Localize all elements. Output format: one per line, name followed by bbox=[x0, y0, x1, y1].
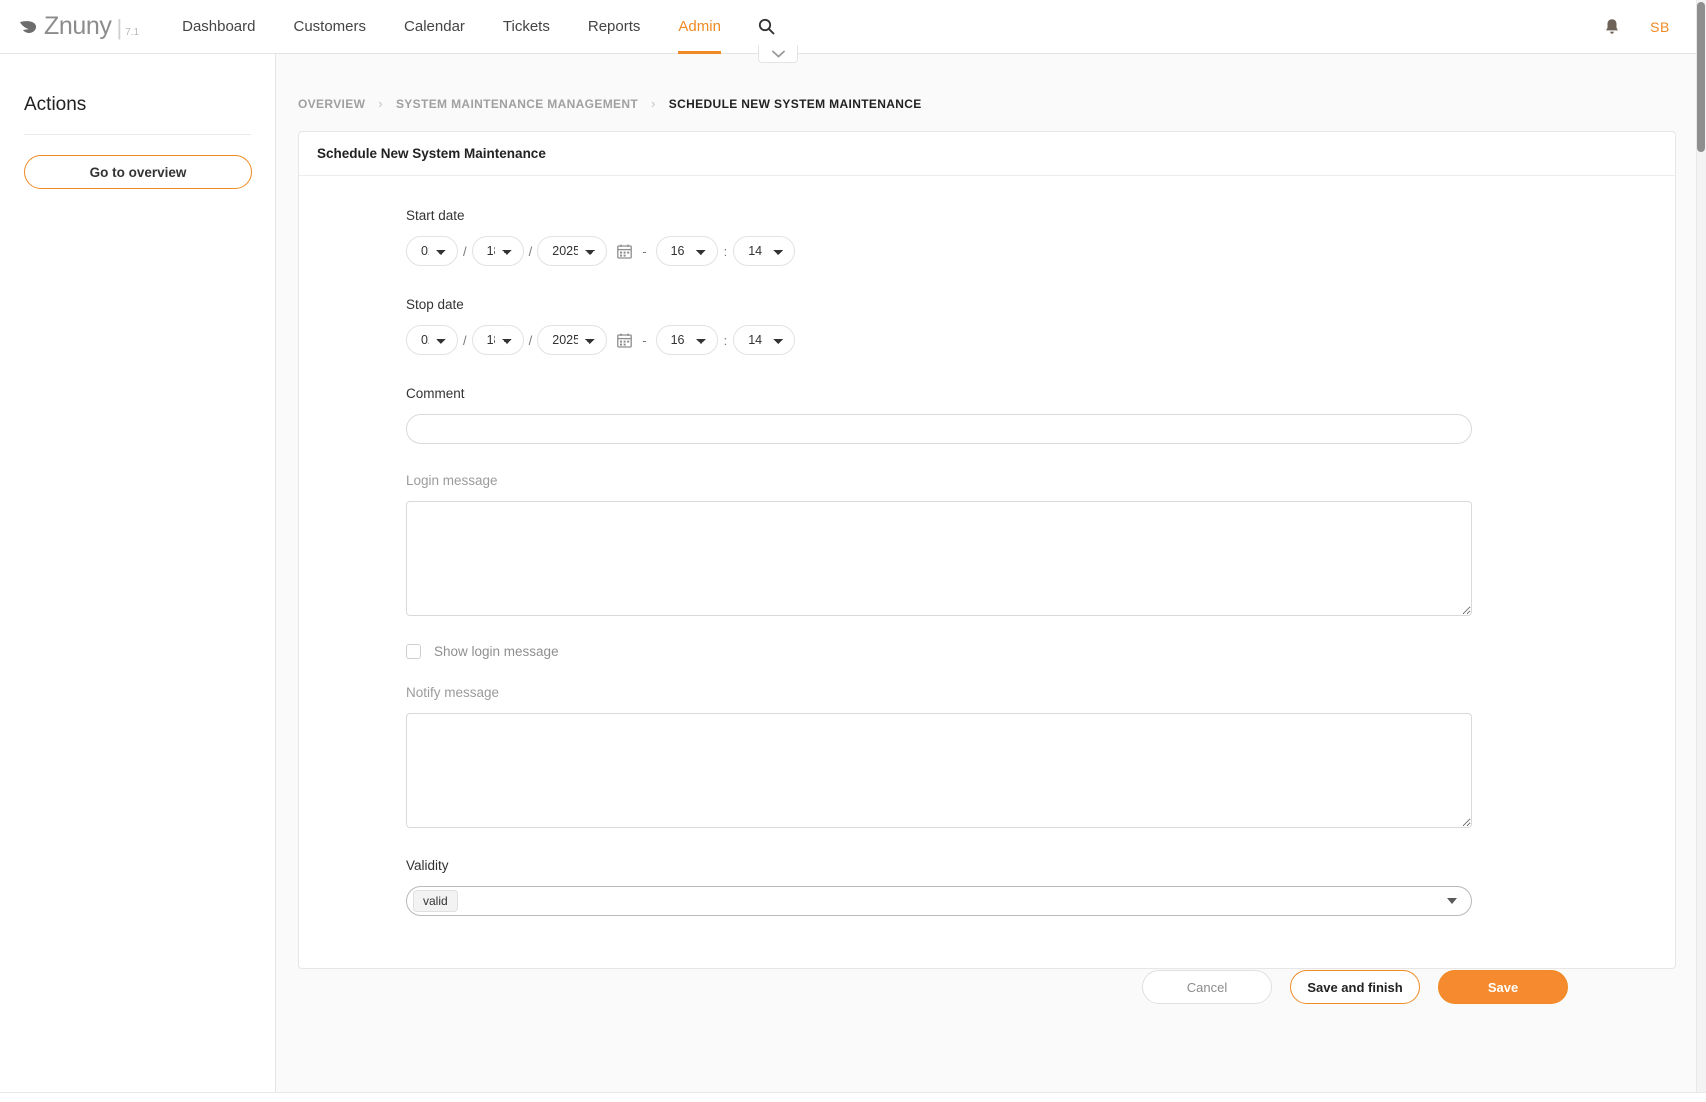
breadcrumb: Overview › System Maintenance Management… bbox=[276, 54, 1698, 111]
breadcrumb-item-overview[interactable]: Overview bbox=[298, 97, 365, 111]
start-date-sep-2: / bbox=[529, 244, 533, 259]
validity-selected-value: valid bbox=[413, 890, 458, 912]
stop-date-controls: 02 / 18 / 2025 bbox=[406, 325, 1675, 355]
calendar-icon[interactable] bbox=[617, 333, 632, 348]
nav-item-dashboard[interactable]: Dashboard bbox=[163, 0, 274, 54]
card-header-title: Schedule New System Maintenance bbox=[299, 132, 1675, 176]
schedule-maintenance-card: Schedule New System Maintenance Start da… bbox=[298, 131, 1676, 969]
stop-date-minute-select[interactable]: 14 bbox=[733, 325, 795, 355]
start-date-field: Start date 02 / 18 / 2025 bbox=[299, 208, 1675, 266]
znuny-logo[interactable]: Znuny | 7.1 bbox=[18, 0, 139, 54]
stop-date-label: Stop date bbox=[406, 297, 1675, 312]
chevron-down-icon bbox=[1447, 898, 1457, 904]
start-date-year-select[interactable]: 2025 bbox=[537, 236, 607, 266]
sidebar-divider bbox=[24, 134, 251, 135]
stop-date-sep-1: / bbox=[463, 333, 467, 348]
breadcrumb-item-system-maintenance-management[interactable]: System Maintenance Management bbox=[396, 97, 638, 111]
validity-field: Validity valid bbox=[299, 858, 1675, 916]
page-scrollbar[interactable] bbox=[1696, 0, 1706, 1102]
show-login-message-checkbox[interactable] bbox=[406, 644, 421, 659]
chevron-down-icon bbox=[772, 45, 785, 63]
start-date-month-select[interactable]: 02 bbox=[406, 236, 458, 266]
breadcrumb-item-current: Schedule New System Maintenance bbox=[669, 97, 922, 111]
go-to-overview-button[interactable]: Go to overview bbox=[24, 155, 252, 189]
start-date-time-separator: : bbox=[724, 244, 728, 259]
start-date-sep-1: / bbox=[463, 244, 467, 259]
card-body: Start date 02 / 18 / 2025 bbox=[299, 176, 1675, 1004]
login-message-textarea[interactable] bbox=[406, 501, 1472, 616]
start-date-controls: 02 / 18 / 2025 bbox=[406, 236, 1675, 266]
save-button[interactable]: Save bbox=[1438, 970, 1568, 1004]
validity-select[interactable]: valid bbox=[406, 886, 1472, 916]
stop-date-field: Stop date 02 / 18 / 2025 bbox=[299, 297, 1675, 355]
bell-icon[interactable] bbox=[1604, 18, 1620, 36]
stop-date-month-select[interactable]: 02 bbox=[406, 325, 458, 355]
notify-message-label: Notify message bbox=[406, 685, 1675, 700]
znuny-logo-mark bbox=[18, 18, 40, 40]
window-bottom-edge bbox=[0, 1092, 1706, 1102]
main-nav-links: Dashboard Customers Calendar Tickets Rep… bbox=[163, 0, 775, 54]
notify-message-textarea[interactable] bbox=[406, 713, 1472, 828]
save-and-finish-button[interactable]: Save and finish bbox=[1290, 970, 1420, 1004]
calendar-icon[interactable] bbox=[617, 244, 632, 259]
stop-date-day-select[interactable]: 18 bbox=[472, 325, 524, 355]
nav-item-admin[interactable]: Admin bbox=[659, 0, 740, 54]
start-date-day-select[interactable]: 18 bbox=[472, 236, 524, 266]
znuny-version: 7.1 bbox=[125, 28, 139, 38]
breadcrumb-separator: › bbox=[378, 96, 383, 111]
comment-field: Comment bbox=[299, 386, 1675, 444]
start-date-datetime-separator: - bbox=[642, 244, 646, 259]
validity-label: Validity bbox=[406, 858, 1675, 873]
collapse-nav-toggle[interactable] bbox=[758, 45, 798, 63]
stop-date-sep-2: / bbox=[529, 333, 533, 348]
form-action-buttons: Cancel Save and finish Save bbox=[299, 970, 1675, 1004]
nav-item-calendar[interactable]: Calendar bbox=[385, 0, 484, 54]
search-icon[interactable] bbox=[758, 18, 775, 35]
nav-item-tickets[interactable]: Tickets bbox=[484, 0, 569, 54]
logo-separator: | bbox=[116, 17, 122, 39]
main-content: Overview › System Maintenance Management… bbox=[276, 54, 1698, 1102]
znuny-logo-text: Znuny bbox=[44, 14, 111, 39]
actions-sidebar: Actions Go to overview bbox=[0, 54, 276, 1102]
show-login-message-row: Show login message bbox=[299, 644, 1675, 659]
breadcrumb-separator: › bbox=[651, 96, 656, 111]
start-date-hour-select[interactable]: 16 bbox=[656, 236, 718, 266]
notify-message-field: Notify message bbox=[299, 685, 1675, 828]
stop-date-hour-select[interactable]: 16 bbox=[656, 325, 718, 355]
avatar[interactable]: SB bbox=[1650, 19, 1670, 35]
sidebar-title: Actions bbox=[24, 94, 251, 116]
top-navigation-bar: Znuny | 7.1 Dashboard Customers Calendar… bbox=[0, 0, 1706, 54]
cancel-button[interactable]: Cancel bbox=[1142, 970, 1272, 1004]
login-message-field: Login message bbox=[299, 473, 1675, 616]
show-login-message-label[interactable]: Show login message bbox=[434, 644, 559, 659]
login-message-label: Login message bbox=[406, 473, 1675, 488]
start-date-minute-select[interactable]: 14 bbox=[733, 236, 795, 266]
nav-item-customers[interactable]: Customers bbox=[275, 0, 386, 54]
stop-date-year-select[interactable]: 2025 bbox=[537, 325, 607, 355]
start-date-label: Start date bbox=[406, 208, 1675, 223]
page-scrollbar-thumb[interactable] bbox=[1697, 2, 1705, 152]
nav-right-area: SB bbox=[1604, 18, 1706, 36]
comment-label: Comment bbox=[406, 386, 1675, 401]
stop-date-time-separator: : bbox=[724, 333, 728, 348]
nav-item-reports[interactable]: Reports bbox=[569, 0, 660, 54]
comment-input[interactable] bbox=[406, 414, 1472, 444]
stop-date-datetime-separator: - bbox=[642, 333, 646, 348]
